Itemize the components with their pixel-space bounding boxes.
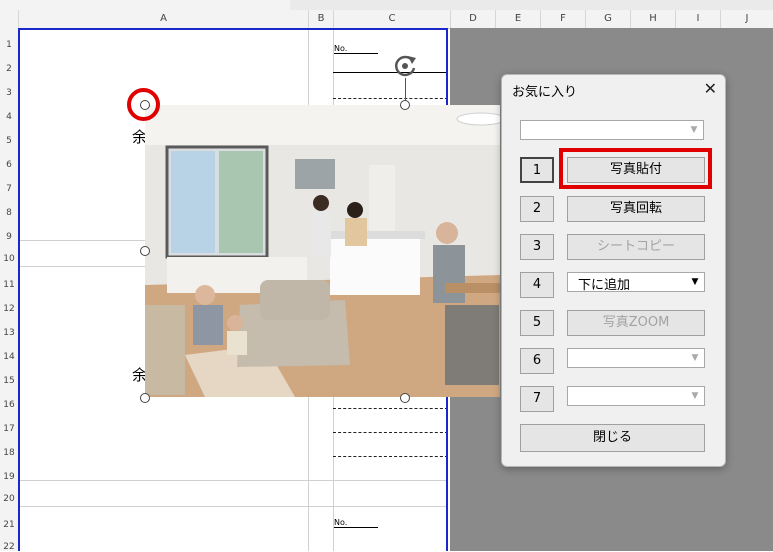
family-living-room-photo xyxy=(145,105,500,397)
add-below-select-value: 下に追加 xyxy=(578,278,631,293)
row-header[interactable]: 21 xyxy=(0,520,18,530)
col-header-f[interactable]: F xyxy=(540,10,585,28)
resize-handle-top[interactable] xyxy=(400,100,410,110)
inserted-photo[interactable] xyxy=(145,105,500,397)
col-header-j[interactable]: J xyxy=(720,10,773,28)
row-header-bar: 1 2 3 4 5 6 7 8 9 10 11 12 13 14 15 16 1… xyxy=(0,28,19,552)
row-header[interactable]: 7 xyxy=(0,184,18,194)
rotate-handle-icon[interactable] xyxy=(392,52,420,80)
row-header[interactable]: 19 xyxy=(0,472,18,482)
slot-7-select[interactable]: ▼ xyxy=(567,386,705,406)
col-header-h[interactable]: H xyxy=(630,10,675,28)
dialog-title: お気に入り xyxy=(512,85,578,100)
slot-3-button[interactable]: 3 xyxy=(520,234,554,260)
slot-6-select[interactable]: ▼ xyxy=(567,348,705,368)
resize-handle-bottom-left[interactable] xyxy=(140,393,150,403)
chevron-down-icon[interactable]: ▼ xyxy=(687,123,701,137)
slot-2-button[interactable]: 2 xyxy=(520,196,554,222)
row-header[interactable]: 11 xyxy=(0,280,18,290)
photo-zoom-button[interactable]: 写真ZOOM xyxy=(567,310,705,336)
row-header[interactable]: 8 xyxy=(0,208,18,218)
row-header[interactable]: 15 xyxy=(0,376,18,386)
col-header-g[interactable]: G xyxy=(585,10,630,28)
highlight-circle xyxy=(127,88,160,121)
row-header[interactable]: 3 xyxy=(0,88,18,98)
row-header[interactable]: 20 xyxy=(0,494,18,504)
row-header[interactable]: 16 xyxy=(0,400,18,410)
row-header[interactable]: 1 xyxy=(0,40,18,50)
rotate-stem xyxy=(405,78,406,100)
close-icon[interactable]: ✕ xyxy=(704,79,717,98)
row-header[interactable]: 2 xyxy=(0,64,18,74)
row-header[interactable]: 4 xyxy=(0,112,18,122)
slot-7-button[interactable]: 7 xyxy=(520,386,554,412)
row-header[interactable]: 10 xyxy=(0,254,18,264)
row-header[interactable]: 12 xyxy=(0,304,18,314)
favorites-dialog: お気に入り ✕ ▼ 1 写真貼付 2 写真回転 3 シートコピー 4 下に追加 … xyxy=(501,74,726,467)
row-header[interactable]: 18 xyxy=(0,448,18,458)
col-header-d[interactable]: D xyxy=(450,10,495,28)
sheet-copy-button[interactable]: シートコピー xyxy=(567,234,705,260)
resize-handle-bottom[interactable] xyxy=(400,393,410,403)
col-header-e[interactable]: E xyxy=(495,10,540,28)
row-header[interactable]: 17 xyxy=(0,424,18,434)
close-dialog-button[interactable]: 閉じる xyxy=(520,424,705,452)
row-header[interactable]: 9 xyxy=(0,232,18,242)
col-header-c[interactable]: C xyxy=(333,10,450,28)
col-header-i[interactable]: I xyxy=(675,10,720,28)
row-header[interactable]: 14 xyxy=(0,352,18,362)
resize-handle-left[interactable] xyxy=(140,246,150,256)
row-header[interactable]: 13 xyxy=(0,328,18,338)
slot-6-button[interactable]: 6 xyxy=(520,348,554,374)
slot-5-button[interactable]: 5 xyxy=(520,310,554,336)
row-header[interactable]: 6 xyxy=(0,160,18,170)
chevron-down-icon[interactable]: ▼ xyxy=(688,389,702,403)
slot-1-button[interactable]: 1 xyxy=(520,157,554,183)
col-header-b[interactable]: B xyxy=(308,10,333,28)
formula-bar-strip xyxy=(290,0,773,10)
photo-rotate-button[interactable]: 写真回転 xyxy=(567,196,705,222)
add-below-select[interactable]: 下に追加 ▼ xyxy=(567,272,705,293)
col-header-a[interactable]: A xyxy=(18,10,308,28)
slot-4-button[interactable]: 4 xyxy=(520,272,554,298)
column-header-bar: A B C D E F G H I J xyxy=(0,0,773,29)
chevron-down-icon[interactable]: ▼ xyxy=(688,275,702,289)
row-header[interactable]: 5 xyxy=(0,136,18,146)
chevron-down-icon[interactable]: ▼ xyxy=(688,351,702,365)
favorites-select[interactable]: ▼ xyxy=(520,120,704,140)
highlight-box xyxy=(559,148,712,189)
